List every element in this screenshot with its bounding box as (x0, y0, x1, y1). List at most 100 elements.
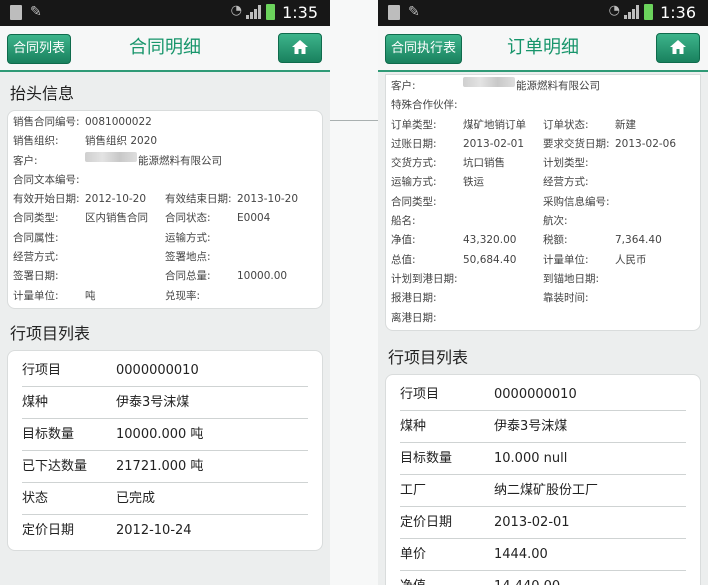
home-icon (292, 40, 308, 54)
header-row: 签署日期: 合同总量: 10000.00 (13, 267, 317, 286)
item-label: 行项目 (22, 362, 62, 378)
field-label: 特殊合作伙伴: (391, 99, 458, 112)
header-row: 净值: 43,320.00 税额: 7,364.40 (391, 231, 695, 250)
item-label: 定价日期 (400, 514, 453, 530)
battery-icon (644, 4, 653, 20)
line-item-row: 目标数量 10000.000 吨 (22, 419, 308, 451)
header-field: 订单状态: 新建 (543, 116, 695, 135)
header-field: 有效结束日期: 2013-10-20 (165, 190, 317, 209)
header-field: 合同属性: (13, 229, 165, 248)
field-value: 吨 (85, 289, 96, 302)
contract-list-button[interactable]: 合同列表 (7, 34, 72, 64)
header-field: 净值: 43,320.00 (391, 231, 543, 250)
item-value: 10.000 null (494, 450, 568, 466)
field-label: 合同类型: (391, 195, 437, 208)
field-label: 合同状态: (165, 212, 211, 225)
field-value: 43,320.00 (463, 234, 517, 247)
field-label: 销售组织: (13, 135, 59, 148)
field-label: 到锚地日期: (543, 272, 600, 285)
field-label: 经营方式: (543, 176, 589, 189)
header-field: 船名: (391, 212, 543, 231)
header-row: 合同类型: 采购信息编号: (391, 193, 695, 212)
header-field: 兑现率: (165, 287, 317, 306)
pencil-icon: ✎ (30, 4, 42, 20)
field-value: 2013-10-20 (237, 193, 299, 206)
field-label: 离港日期: (391, 311, 437, 324)
field-value: 2013-02-06 (615, 137, 677, 150)
header-row: 客户: 能源燃料有限公司 (391, 77, 695, 96)
item-value: 2012-10-24 (116, 522, 192, 538)
field-value: 2013-02-01 (463, 137, 525, 150)
line-items-card: 行项目 0000000010 煤种 伊泰3号沫煤 目标数量 10.000 null 工厂 纳二… (385, 373, 701, 585)
header-field: 报港日期: (391, 289, 543, 308)
home-button[interactable] (656, 33, 700, 63)
header-field: 合同状态: E0004 (165, 209, 317, 228)
item-value: 1444.00 (494, 546, 548, 562)
header-field: 运输方式: (165, 229, 317, 248)
field-label: 航次: (543, 215, 568, 228)
header-row: 交货方式: 坑口销售 计划类型: (391, 154, 695, 173)
line-items-card: 行项目 0000000010 煤种 伊泰3号沫煤 目标数量 10000.000 吨已下达数… (7, 349, 323, 551)
home-icon (670, 40, 686, 54)
battery-icon (266, 4, 275, 20)
line-item-row: 煤种 伊泰3号沫煤 (400, 411, 686, 443)
field-value: 铁运 (463, 176, 484, 189)
line-item-row: 已下达数量 21721.000 吨 (22, 451, 308, 483)
field-label: 采购信息编号: (543, 195, 610, 208)
field-value: 50,684.40 (463, 253, 517, 266)
contract-execution-button[interactable]: 合同执行表 (385, 34, 463, 64)
document-icon (388, 5, 400, 20)
field-value: 新建 (615, 118, 636, 131)
field-label: 总值: (391, 253, 416, 266)
item-label: 净值 (400, 571, 494, 585)
field-label: 计量单位: (13, 289, 59, 302)
header-row: 船名: 航次: (391, 212, 695, 231)
title-bar: 合同列表 合同明细 (0, 26, 330, 72)
status-bar: ✎ ◔ 1:36 (378, 0, 708, 26)
field-label: 报港日期: (391, 292, 437, 305)
header-row: 计划到港日期: 到锚地日期: (391, 270, 695, 289)
field-value: 人民币 (615, 253, 647, 266)
header-row: 合同类型: 区内销售合同 合同状态: E0004 (13, 209, 317, 228)
header-row: 经营方式: 签署地点: (13, 248, 317, 267)
phone-order-detail: ✎ ◔ 1:36 合同执行表 订单明细 客户: 能源燃料有限公司 特殊合作伙伴: 订单… (378, 0, 708, 585)
header-field: 运输方式: 铁运 (391, 173, 543, 192)
header-field: 客户: 能源燃料有限公司 (13, 151, 317, 171)
line-item-row: 煤种 伊泰3号沫煤 (22, 387, 308, 419)
field-label: 合同文本编号: (13, 173, 80, 186)
header-row: 有效开始日期: 2012-10-20 有效结束日期: 2013-10-20 (13, 190, 317, 209)
signal-icon (246, 5, 261, 19)
header-info-card: 销售合同编号: 0081000022 销售组织: 销售组织 2020 客户: 能源燃料有限… (7, 110, 323, 309)
wifi-icon: ◔ (608, 3, 620, 18)
line-item-row: 行项目 0000000010 (22, 355, 308, 387)
header-field: 税额: 7,364.40 (543, 231, 695, 250)
line-item-row: 净值14,440.00 (400, 571, 686, 585)
line-item-row: 工厂 纳二煤矿股份工厂 (400, 475, 686, 507)
header-field: 销售组织: 销售组织 2020 (13, 132, 317, 151)
field-label: 靠装时间: (543, 292, 589, 305)
header-field: 计量单位: 吨 (13, 287, 165, 306)
item-label: 目标数量 (400, 450, 453, 466)
field-value: 坑口销售 (463, 157, 505, 170)
phone-contract-detail: ✎ ◔ 1:35 合同列表 合同明细 抬头信息 销售合同编号: 008100002… (0, 0, 330, 585)
item-value: 2013-02-01 (494, 514, 570, 530)
home-button[interactable] (278, 33, 322, 63)
field-value: 7,364.40 (615, 234, 662, 247)
field-label: 有效开始日期: (13, 193, 80, 206)
header-field: 合同类型: (391, 193, 543, 212)
header-field: 计量单位: 人民币 (543, 251, 695, 270)
order-header-card: 客户: 能源燃料有限公司 特殊合作伙伴: 订单类型: 煤矿地销订单 订单状态: 新建 过账日期… (385, 74, 701, 331)
header-field: 客户: 能源燃料有限公司 (391, 77, 695, 96)
item-label: 定价日期 (22, 522, 75, 538)
status-time: 1:35 (282, 3, 318, 22)
header-row: 销售合同编号: 0081000022 (13, 113, 317, 132)
header-field: 到锚地日期: (543, 270, 695, 289)
header-field: 经营方式: (543, 173, 695, 192)
item-label: 工厂 (400, 482, 427, 498)
item-label: 状态 (22, 490, 49, 506)
item-label: 煤种 (22, 394, 49, 410)
field-label: 经营方式: (13, 251, 59, 264)
header-row: 特殊合作伙伴: (391, 96, 695, 115)
item-value: 伊泰3号沫煤 (494, 418, 568, 434)
line-item-row: 定价日期 2012-10-24 (22, 515, 308, 546)
